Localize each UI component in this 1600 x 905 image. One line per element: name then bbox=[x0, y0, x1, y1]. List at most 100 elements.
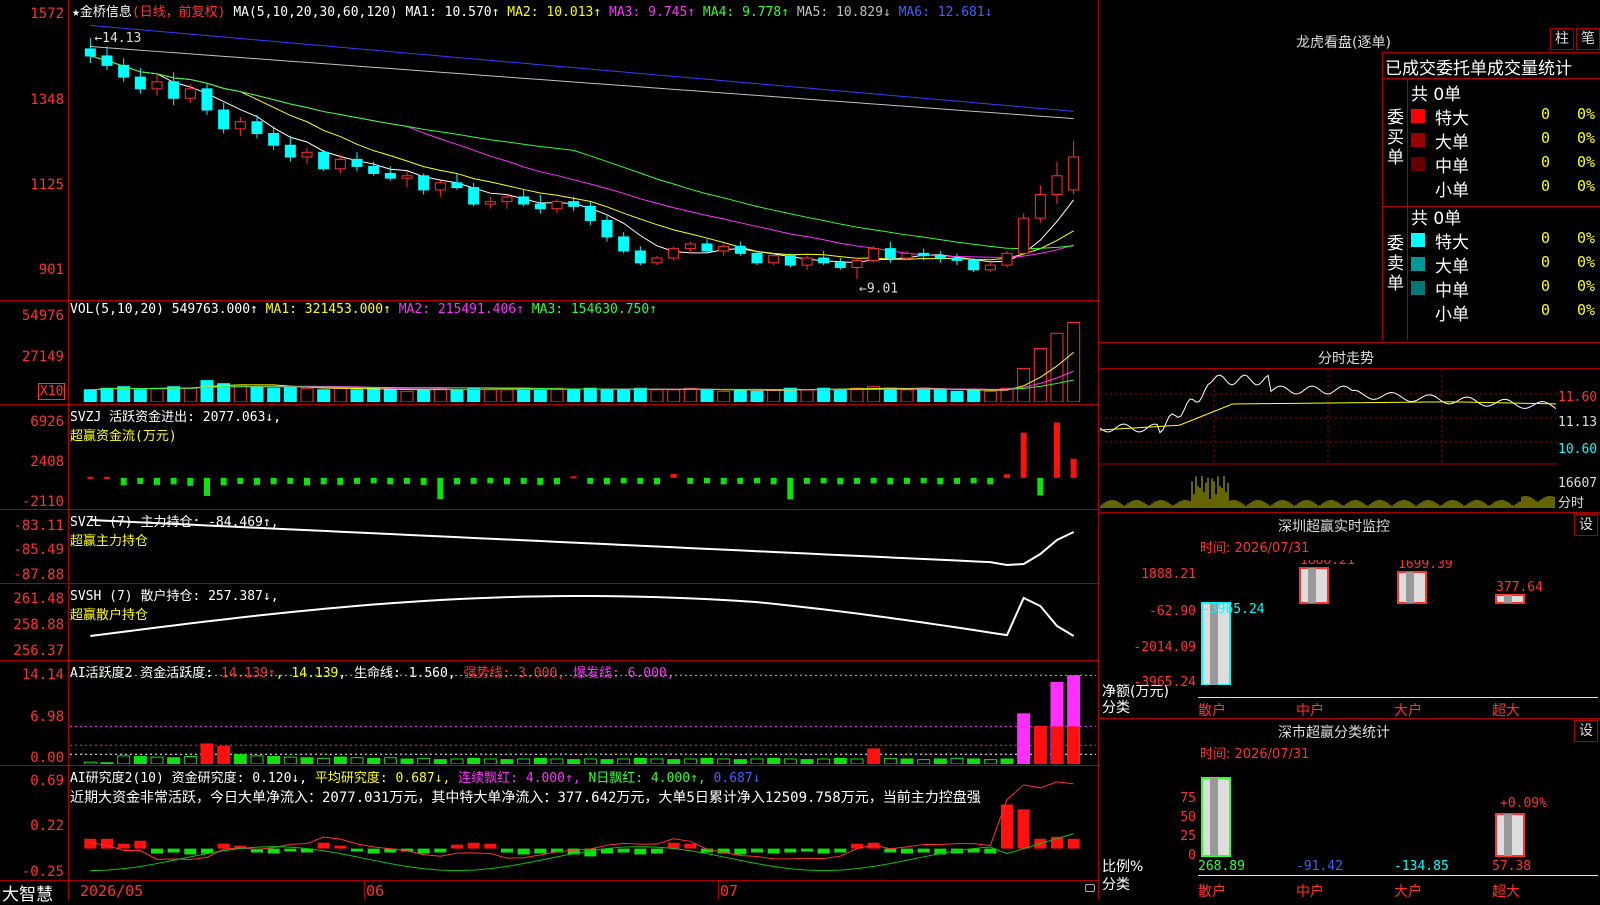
candle bbox=[734, 245, 746, 254]
sell-side-label: 委 卖 单 bbox=[1387, 234, 1404, 294]
svzj-bar bbox=[604, 477, 610, 485]
volume-bar bbox=[167, 386, 181, 402]
lock-icon[interactable] bbox=[1085, 884, 1095, 892]
date-0: 2026/05 bbox=[80, 882, 144, 900]
volume-bar bbox=[833, 389, 847, 402]
volume-bar bbox=[850, 387, 864, 402]
volume-bar bbox=[717, 390, 731, 402]
svsh-chart[interactable] bbox=[70, 586, 1096, 658]
ma4-line bbox=[90, 55, 1074, 250]
ai-active-bar bbox=[217, 745, 231, 764]
ts-vol-unit: 分时 bbox=[1558, 496, 1585, 511]
candle bbox=[501, 196, 513, 203]
stat-name: 特大 bbox=[1435, 109, 1469, 129]
y-label-main-0: 1572 bbox=[30, 6, 64, 22]
svzj-bar bbox=[87, 476, 94, 479]
y-label-svzl-1: -85.49 bbox=[13, 542, 64, 558]
ma6-line bbox=[90, 24, 1074, 112]
sz-bar-label: -3965.24 bbox=[1202, 602, 1265, 617]
ai-research-bar bbox=[151, 848, 163, 854]
candle bbox=[1051, 175, 1063, 196]
candle bbox=[301, 151, 313, 158]
stat-value: 0 bbox=[1541, 301, 1551, 319]
ma-value-1: MA2: 215491.406↑ bbox=[390, 302, 524, 317]
left-chart-area[interactable]: ★金桥信息(日线，前复权) MA(5,10,20,30,60,120) MA1:… bbox=[0, 0, 1100, 905]
volume-bar bbox=[583, 387, 597, 402]
ai-research-bar bbox=[417, 848, 430, 854]
svzj-bar bbox=[254, 477, 260, 485]
stat-row-中单: 中单 0 0% bbox=[1411, 276, 1600, 301]
y-label-ai-0: 14.14 bbox=[21, 667, 64, 683]
buy-side-label: 委 买 单 bbox=[1387, 108, 1404, 168]
svzj-bar bbox=[887, 477, 894, 485]
svzj-bar bbox=[1004, 474, 1010, 478]
volume-bar bbox=[300, 387, 314, 402]
ma-value-2: MA3: 154630.750↑ bbox=[523, 302, 658, 317]
ai-active-bar bbox=[867, 748, 881, 764]
volume-bar bbox=[883, 387, 897, 402]
ss-settings-button[interactable]: 设 bbox=[1574, 720, 1598, 742]
candle bbox=[1001, 252, 1013, 266]
volume-bar bbox=[550, 387, 564, 402]
svzj-bar bbox=[187, 477, 194, 486]
ss-category-1: 中户 bbox=[1296, 884, 1324, 900]
ai-research-chart[interactable] bbox=[70, 778, 1096, 878]
volume-chart[interactable] bbox=[70, 318, 1096, 402]
volume-bar bbox=[900, 389, 914, 402]
volume-bar bbox=[633, 387, 647, 402]
candle bbox=[384, 172, 396, 179]
ai-active-bar bbox=[100, 762, 114, 764]
svzj-chart[interactable] bbox=[70, 420, 1096, 508]
svzj-bar bbox=[370, 477, 377, 484]
ai-research-bar bbox=[367, 848, 380, 854]
ai-research-bar bbox=[317, 842, 330, 849]
stat-value: 0 bbox=[1541, 277, 1551, 295]
svzj-bar bbox=[637, 477, 644, 484]
volume-bar bbox=[600, 389, 614, 402]
ss-stats-chart[interactable] bbox=[1198, 776, 1598, 858]
ss-cat: 分类 bbox=[1102, 877, 1130, 893]
volume-bar bbox=[100, 387, 114, 402]
buy-total: 共 0单 bbox=[1411, 85, 1462, 105]
ai-active-bar bbox=[683, 758, 697, 764]
svzj-bar bbox=[720, 477, 727, 485]
volume-bar bbox=[917, 387, 931, 402]
sz-bar-shade bbox=[1406, 572, 1414, 603]
svzj-bar bbox=[520, 477, 527, 484]
right-panel: 龙虎看盘(逐单) 柱 笔 已成交委托单成交量统计 委 买 单 共 0单 委 卖 … bbox=[1100, 0, 1600, 900]
svzj-bar bbox=[170, 477, 177, 485]
stat-value: 0 bbox=[1541, 229, 1551, 247]
candlestick-chart[interactable]: ←14.13 ←9.01 bbox=[70, 16, 1096, 298]
sz-settings-button[interactable]: 设 bbox=[1574, 514, 1598, 536]
volume-bar bbox=[317, 389, 331, 402]
svzj-bar bbox=[454, 477, 460, 485]
ai-research-bar bbox=[901, 848, 913, 854]
swatch-icon bbox=[1411, 257, 1425, 271]
volume-bar bbox=[233, 384, 247, 402]
vol-ma-line bbox=[90, 351, 1074, 391]
ss-time: 时间: 2026/07/31 bbox=[1200, 747, 1310, 762]
ss-y-2: 25 bbox=[1180, 829, 1196, 844]
bar-mode-button[interactable]: 柱 bbox=[1550, 28, 1574, 50]
svzl-chart[interactable] bbox=[70, 512, 1096, 582]
vol-unit-badge: X10 bbox=[38, 383, 66, 400]
sz-monitor-chart[interactable]: -3965.24 1888.21 1699.39 377.64 bbox=[1198, 560, 1598, 685]
svzj-bar bbox=[554, 477, 560, 485]
volume-bar bbox=[517, 387, 531, 402]
candle bbox=[284, 144, 296, 158]
ai-research-bar bbox=[501, 848, 513, 853]
y-label-svzj-1: 2408 bbox=[30, 454, 64, 470]
ai-active-bar bbox=[467, 757, 481, 764]
candle bbox=[634, 250, 646, 264]
tick-mode-button[interactable]: 笔 bbox=[1576, 28, 1600, 50]
volume-bar bbox=[333, 387, 347, 402]
ai-active-chart[interactable] bbox=[70, 670, 1096, 764]
volume-bar bbox=[267, 387, 281, 402]
y-label-air-1: 0.22 bbox=[30, 818, 64, 834]
ai-active-bar bbox=[300, 757, 314, 764]
stat-name: 特大 bbox=[1435, 233, 1469, 253]
ai-active-bar bbox=[433, 759, 447, 764]
ai-research-bar bbox=[617, 848, 630, 853]
ai-active-bar bbox=[1017, 713, 1031, 764]
timeshare-chart[interactable] bbox=[1100, 370, 1558, 510]
